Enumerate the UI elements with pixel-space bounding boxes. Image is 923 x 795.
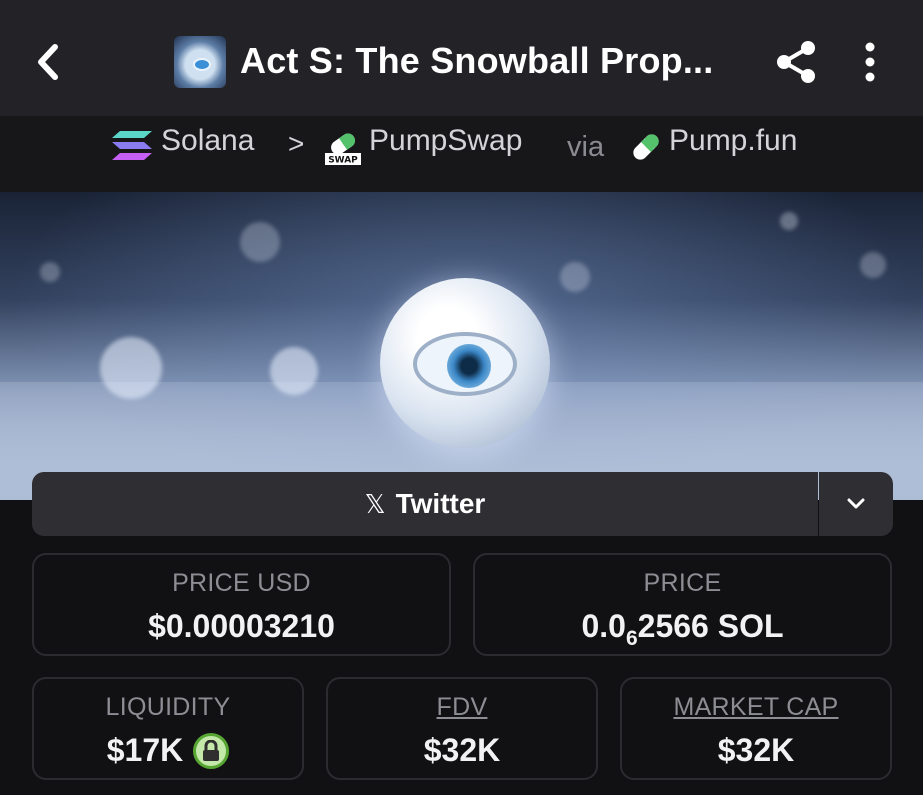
price-native-label: PRICE [643,569,722,597]
bokeh-light [860,252,886,278]
token-logo [174,36,226,88]
bokeh-light [560,262,590,292]
launchpad-link[interactable]: Pump.fun [669,124,797,158]
twitter-label: Twitter [395,488,486,519]
socials-dropdown-button[interactable] [819,472,893,536]
pumpfun-icon [633,134,659,160]
price-usd-value: $0.00003210 [148,608,335,644]
market-cap-value: $32K [717,732,795,768]
market-cap-card: MARKET CAP $32K [620,677,892,780]
via-label: via [567,131,605,163]
more-options-button[interactable] [852,38,888,86]
chevron-down-icon [847,498,865,509]
snowball-eye [413,332,517,396]
price-native-zero-count: 6 [625,626,638,650]
price-native-suffix: 2566 SOL [637,608,784,644]
price-usd-label: PRICE USD [172,569,311,597]
bokeh-light [40,262,60,282]
more-vertical-icon [865,42,875,82]
eye-iris [447,344,491,388]
share-button[interactable] [774,38,820,86]
liquidity-label: LIQUIDITY [105,693,231,721]
pumpswap-icon: SWAP [325,133,361,166]
token-banner-image [0,192,923,500]
chain-link[interactable]: Solana [161,124,254,158]
price-usd-card: PRICE USD $0.00003210 [32,553,451,656]
share-icon [777,41,815,83]
fdv-value: $32K [423,732,501,768]
twitter-button[interactable]: 𝕏 Twitter [32,472,818,536]
pumpswap-badge: SWAP [328,156,358,166]
bokeh-light [100,337,162,399]
liquidity-card: LIQUIDITY $17K [32,677,304,780]
liquidity-value: $17K [106,732,184,768]
fdv-label[interactable]: FDV [328,693,596,722]
breadcrumb-separator: > [288,128,305,159]
dex-link[interactable]: PumpSwap [369,124,522,158]
back-button[interactable] [28,38,68,86]
fdv-card: FDV $32K [326,677,598,780]
solana-icon [112,131,152,160]
lock-icon[interactable] [193,732,230,769]
bokeh-light [240,222,280,262]
market-cap-label[interactable]: MARKET CAP [622,693,890,722]
bokeh-light [270,347,318,395]
chevron-left-icon [38,44,58,80]
x-logo-icon: 𝕏 [364,488,386,519]
price-native-card: PRICE 0.0 6 2566 SOL [473,553,892,656]
price-native-prefix: 0.0 [581,608,626,644]
page-title: Act S: The Snowball Prop... [240,40,714,81]
bokeh-light [780,212,798,230]
